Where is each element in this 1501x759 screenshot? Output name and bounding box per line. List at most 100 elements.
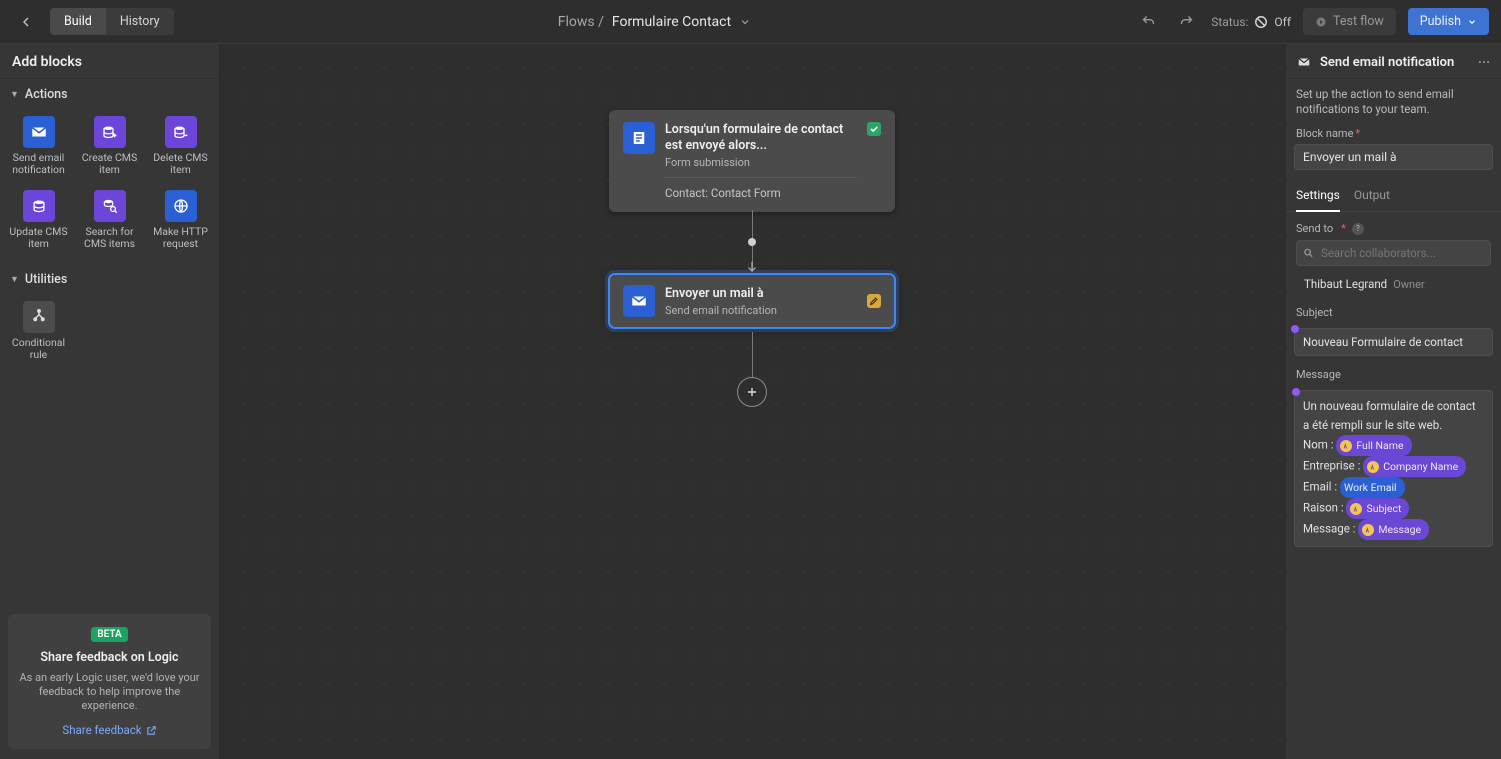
- search-icon: [1303, 248, 1314, 259]
- feedback-card: BETA Share feedback on Logic As an early…: [8, 614, 211, 749]
- collaborator-role: Owner: [1393, 278, 1424, 291]
- block-label: Search for CMS items: [78, 226, 142, 250]
- subject-input-wrap: [1294, 328, 1493, 356]
- form-icon: [623, 122, 655, 154]
- connector: [752, 332, 753, 382]
- help-icon[interactable]: ?: [1352, 223, 1364, 235]
- more-horizontal-icon: [1477, 55, 1491, 69]
- plus-icon: [745, 385, 759, 399]
- sidebar-heading: Add blocks: [0, 44, 219, 79]
- topbar-actions: Status: Off Test flow Publish: [1135, 8, 1489, 35]
- msg-line-email: Email :: [1303, 480, 1340, 494]
- topbar: Build History Flows / Formulaire Contact…: [0, 0, 1501, 44]
- connector-dot-icon: [748, 238, 756, 246]
- panel-tabs: Settings Output: [1286, 182, 1501, 212]
- test-flow-button[interactable]: Test flow: [1303, 8, 1396, 35]
- block-label: Create CMS item: [78, 152, 142, 176]
- block-send-email[interactable]: Send email notification: [4, 112, 73, 180]
- binding-dot-icon: [1291, 325, 1299, 333]
- feedback-link[interactable]: Share feedback: [62, 723, 156, 737]
- msg-line-nom: Nom :: [1303, 438, 1336, 452]
- message-intro-text: Un nouveau formulaire de contact a été r…: [1303, 399, 1476, 432]
- panel-title: Send email notification: [1320, 55, 1469, 70]
- section-utilities-label: Utilities: [25, 272, 67, 287]
- canvas[interactable]: Lorsqu'un formulaire de contact est envo…: [220, 44, 1285, 759]
- mail-icon: [23, 116, 55, 148]
- tab-history[interactable]: History: [106, 8, 174, 35]
- token-work-email[interactable]: Work Email: [1340, 477, 1405, 498]
- subject-input[interactable]: [1294, 328, 1493, 356]
- subject-section: Subject: [1286, 300, 1501, 328]
- block-search-cms[interactable]: Search for CMS items: [75, 186, 144, 254]
- undo-button[interactable]: [1135, 9, 1161, 35]
- beta-badge: BETA: [91, 627, 127, 642]
- redo-icon: [1179, 14, 1194, 29]
- block-name-input[interactable]: [1294, 144, 1493, 170]
- mail-icon: [1296, 54, 1312, 70]
- mail-icon: [623, 285, 655, 317]
- chevron-down-icon: [1467, 17, 1477, 27]
- stack-plus-icon: [94, 116, 126, 148]
- tab-output[interactable]: Output: [1354, 182, 1390, 211]
- status-label: Status:: [1211, 15, 1248, 29]
- globe-icon: [165, 190, 197, 222]
- block-name-label: Block name*: [1286, 127, 1501, 144]
- msg-line-raison: Raison :: [1303, 501, 1346, 515]
- message-section: Message: [1286, 356, 1501, 390]
- arrow-down-icon: [745, 260, 759, 274]
- binding-dot-icon: [1292, 388, 1300, 396]
- chevron-down-icon: [739, 16, 751, 28]
- stack-search-icon: [94, 190, 126, 222]
- test-flow-label: Test flow: [1333, 14, 1384, 29]
- node-extra: Contact: Contact Form: [665, 186, 857, 200]
- node-title: Envoyer un mail à: [665, 286, 857, 302]
- status-indicator: Status: Off: [1211, 15, 1291, 29]
- tab-build[interactable]: Build: [50, 8, 106, 35]
- subject-label: Subject: [1296, 306, 1491, 319]
- section-actions-label: Actions: [25, 87, 68, 102]
- collaborator-item[interactable]: Thibaut Legrand Owner: [1296, 272, 1491, 296]
- arrow-left-icon: [18, 14, 34, 30]
- panel-header: Send email notification: [1286, 44, 1501, 79]
- collaborator-name: Thibaut Legrand: [1304, 277, 1387, 291]
- node-subtitle: Send email notification: [665, 304, 857, 317]
- flow-title: Formulaire Contact: [612, 14, 731, 30]
- send-to-label: Send to* ?: [1296, 222, 1491, 235]
- collaborator-search-input[interactable]: [1296, 240, 1491, 266]
- section-utilities-header[interactable]: ▼ Utilities: [0, 264, 219, 293]
- block-delete-cms[interactable]: Delete CMS item: [146, 112, 215, 180]
- block-conditional[interactable]: Conditional rule: [4, 297, 73, 365]
- node-subtitle: Form submission: [665, 156, 857, 169]
- section-actions-header[interactable]: ▼ Actions: [0, 79, 219, 108]
- block-update-cms[interactable]: Update CMS item: [4, 186, 73, 254]
- actions-grid: Send email notification Create CMS item …: [0, 108, 219, 264]
- tab-settings[interactable]: Settings: [1296, 182, 1340, 212]
- status-edit-icon: [867, 294, 881, 308]
- feedback-text: As an early Logic user, we'd love your f…: [18, 671, 201, 713]
- breadcrumb-prefix: Flows /: [558, 14, 604, 30]
- token-subject[interactable]: Subject: [1346, 498, 1409, 519]
- undo-icon: [1141, 14, 1156, 29]
- more-menu-button[interactable]: [1477, 55, 1491, 69]
- node-action-email[interactable]: Envoyer un mail à Send email notificatio…: [609, 274, 895, 328]
- collaborator-search: [1296, 240, 1491, 266]
- node-trigger[interactable]: Lorsqu'un formulaire de contact est envo…: [609, 110, 895, 212]
- back-button[interactable]: [12, 8, 40, 36]
- block-http[interactable]: Make HTTP request: [146, 186, 215, 254]
- block-label: Update CMS item: [7, 226, 71, 250]
- token-message[interactable]: Message: [1358, 519, 1429, 540]
- caret-down-icon: ▼: [10, 274, 19, 285]
- token-company-name[interactable]: Company Name: [1363, 456, 1466, 477]
- block-create-cms[interactable]: Create CMS item: [75, 112, 144, 180]
- status-value: Off: [1274, 15, 1291, 29]
- message-input[interactable]: Un nouveau formulaire de contact a été r…: [1294, 390, 1493, 547]
- publish-button[interactable]: Publish: [1408, 8, 1489, 35]
- redo-button[interactable]: [1173, 9, 1199, 35]
- token-full-name[interactable]: Full Name: [1336, 435, 1411, 456]
- publish-label: Publish: [1420, 14, 1461, 29]
- panel-description: Set up the action to send email notifica…: [1286, 79, 1501, 127]
- add-node-button[interactable]: [737, 377, 767, 407]
- mode-tabs: Build History: [50, 8, 174, 35]
- breadcrumb[interactable]: Flows / Formulaire Contact: [184, 14, 1126, 30]
- play-icon: [1315, 16, 1327, 28]
